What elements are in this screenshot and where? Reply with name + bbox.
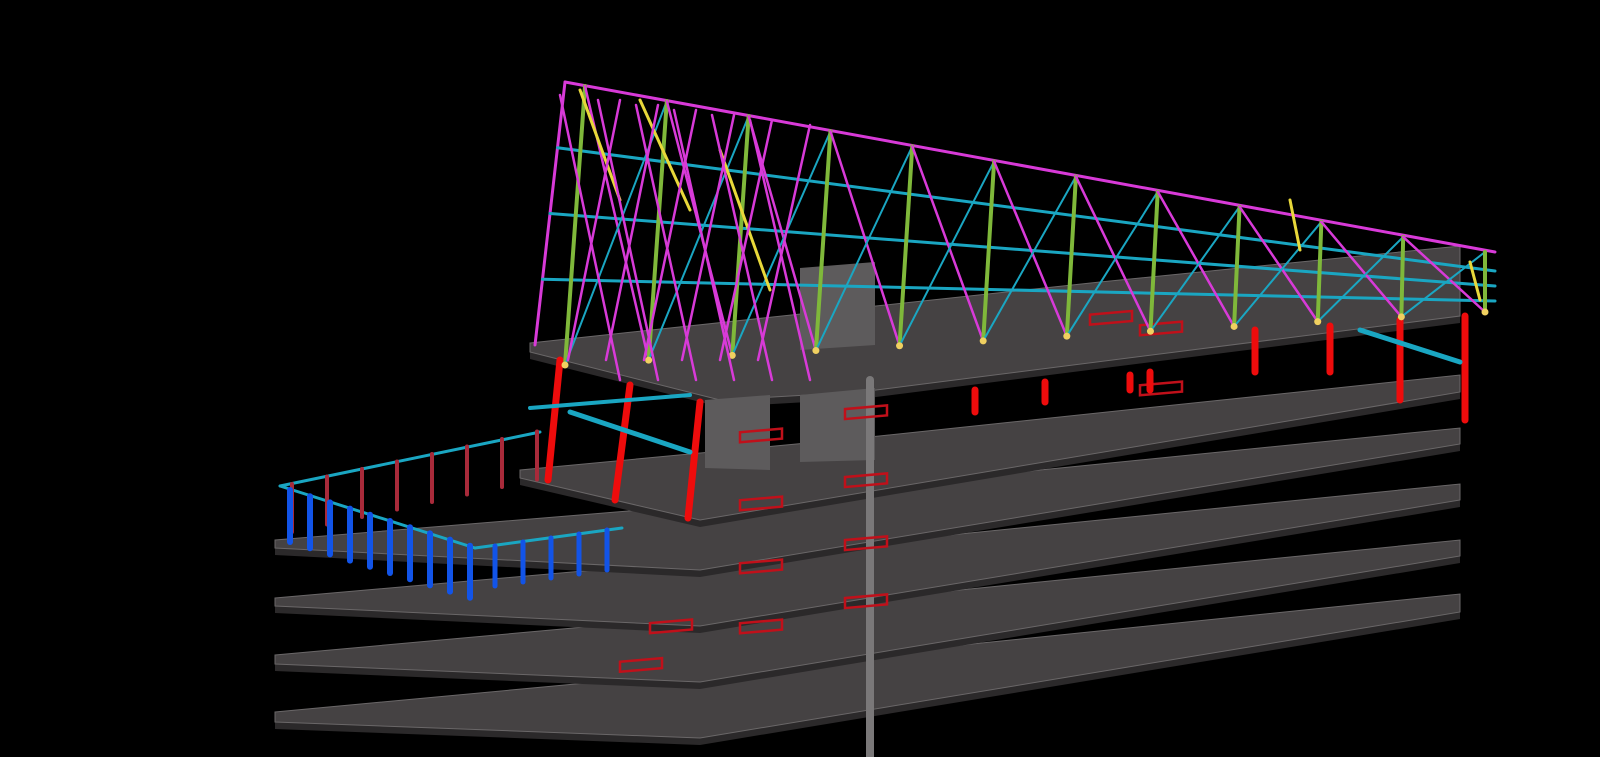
truss-ring-beam-2 [548, 212, 1497, 288]
transfer-beam-left [567, 409, 693, 455]
truss-node-6 [979, 337, 987, 345]
truss-node-11 [1397, 313, 1405, 321]
truss-node-12 [1481, 308, 1489, 316]
truss-node-1 [561, 361, 569, 369]
truss-node-2 [645, 356, 653, 364]
truss-node-5 [896, 342, 904, 350]
slab-opening-11 [1138, 380, 1184, 397]
3d-model-viewport[interactable] [0, 0, 1600, 757]
truss-node-7 [1063, 332, 1071, 340]
structural-model-canvas[interactable] [0, 0, 1600, 757]
core-wall-2 [800, 388, 875, 462]
truss-x-brace-r-3 [642, 108, 698, 362]
truss-post-11 [1399, 234, 1406, 319]
support-column-1 [544, 356, 564, 484]
truss-node-9 [1230, 322, 1238, 330]
transfer-beam-right [1357, 327, 1463, 365]
truss-node-8 [1146, 327, 1154, 335]
truss-node-10 [1314, 318, 1322, 326]
truss-yellow-brace-4 [1288, 198, 1302, 252]
truss-node-4 [812, 347, 820, 355]
core-wall-1 [705, 395, 770, 470]
